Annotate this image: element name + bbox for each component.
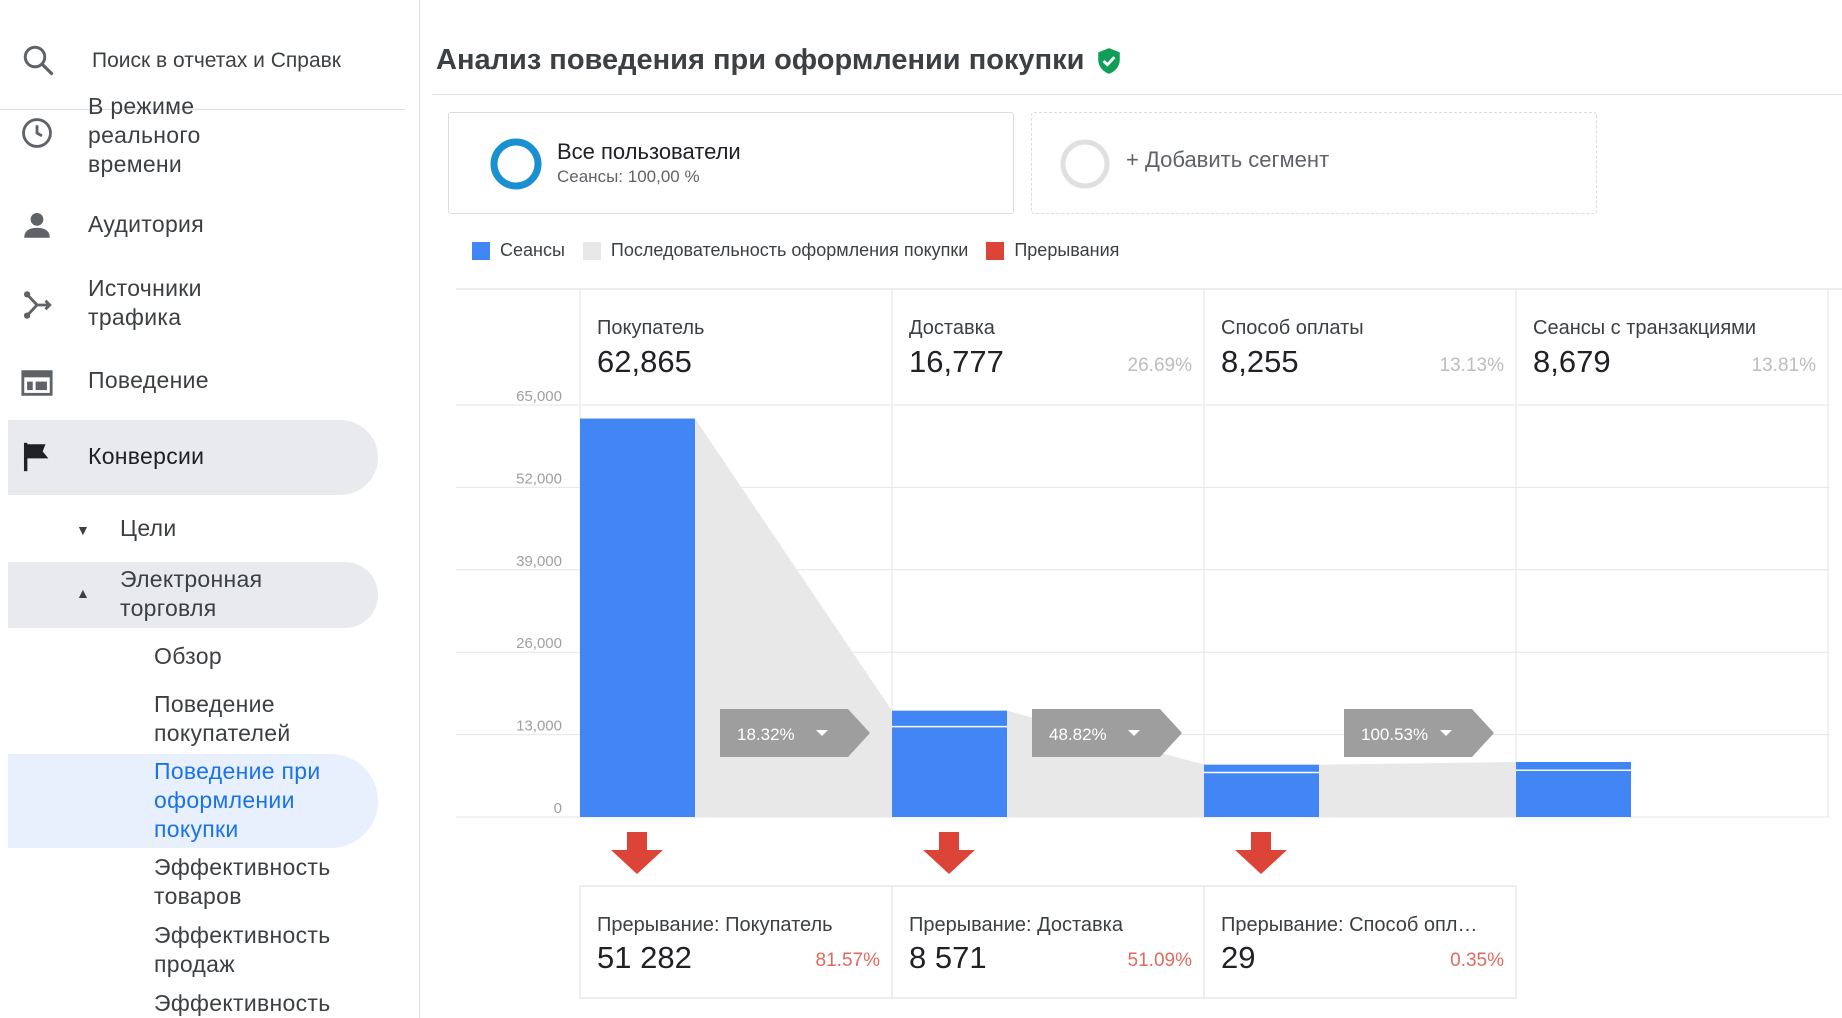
step-value: 16,777	[909, 344, 1004, 379]
y-tick-label: 52,000	[516, 470, 562, 487]
abandonment-percent: 81.57%	[816, 950, 881, 971]
step-name: Доставка	[909, 317, 996, 339]
funnel-flow-area	[1319, 761, 1516, 817]
sidebar-item-overview[interactable]: Обзор	[154, 642, 222, 671]
step-percent: 13.13%	[1440, 355, 1505, 376]
abandonment-panel	[579, 885, 1517, 999]
sidebar-item-shopping-behavior[interactable]: Поведение покупателей	[154, 690, 354, 748]
checkout-funnel-chart: 65,000 52,000 39,000 26,000 13,000 0 Покупател…	[456, 288, 1842, 999]
sidebar-item-product-performance[interactable]: Эффективность товаров	[154, 853, 354, 911]
abandonment-percent: 0.35%	[1450, 950, 1504, 971]
step-value: 8,679	[1533, 344, 1611, 379]
flag-icon	[23, 442, 49, 472]
sidebar-item-realtime[interactable]: В режиме реального времени	[8, 93, 378, 182]
sidebar-item-audience[interactable]: Аудитория	[8, 208, 378, 248]
sidebar: В режиме реального времени Аудитория Ист…	[0, 0, 420, 1018]
y-tick-label: 65,000	[516, 388, 562, 405]
abandonment-arrow-icon	[611, 832, 663, 874]
conversion-rate-label: 18.32%	[737, 725, 795, 744]
conversion-rate-label: 100.53%	[1361, 725, 1428, 744]
step-value: 8,255	[1221, 344, 1299, 379]
step-name: Способ оплаты	[1221, 317, 1364, 339]
sidebar-item-sales-performance[interactable]: Эффективность продаж	[154, 921, 354, 979]
search-icon[interactable]	[20, 42, 56, 78]
abandonment-arrow-icon	[1235, 832, 1287, 874]
search-input[interactable]	[92, 46, 392, 76]
sidebar-item-conversions[interactable]: Конверсии	[8, 440, 378, 480]
clock-icon	[22, 118, 52, 148]
abandonment-value: 8 571	[909, 940, 987, 975]
step-percent: 13.81%	[1752, 355, 1817, 376]
abandonment-arrow-icon	[923, 832, 975, 874]
session-bar	[580, 418, 695, 817]
sidebar-item-behavior[interactable]: Поведение	[8, 364, 378, 404]
sidebar-item-label: В режиме реального времени	[88, 93, 201, 177]
step-name: Сеансы с транзакциями	[1533, 317, 1756, 339]
sidebar-item-ecommerce[interactable]: Электронная торговля	[120, 565, 320, 623]
abandonment-label: Прерывание: Покупатель	[597, 914, 833, 936]
sidebar-item-goals[interactable]: Цели	[120, 514, 177, 543]
caret-down-icon[interactable]: ▼	[76, 522, 90, 538]
sidebar-item-label: Поведение	[88, 367, 209, 393]
step-percent: 26.69%	[1128, 355, 1193, 376]
sidebar-item-label: Конверсии	[88, 443, 205, 469]
sidebar-item-checkout-behavior[interactable]: Поведение при оформлении покупки	[154, 757, 354, 844]
y-tick-label: 26,000	[516, 635, 562, 652]
caret-up-icon[interactable]: ▲	[76, 585, 90, 601]
abandonment-label: Прерывание: Способ опл…	[1221, 914, 1477, 936]
abandonment-value: 51 282	[597, 940, 692, 975]
sidebar-item-performance[interactable]: Эффективность	[154, 989, 354, 1018]
y-tick-label: 0	[554, 800, 562, 817]
sidebar-item-label: Источники трафика	[88, 275, 202, 330]
behavior-window-icon	[21, 370, 53, 396]
sidebar-item-acquisition[interactable]: Источники трафика	[8, 274, 378, 334]
acquisition-icon	[23, 291, 52, 319]
abandonment-label: Прерывание: Доставка	[909, 914, 1124, 936]
person-icon	[24, 212, 50, 238]
step-value: 62,865	[597, 344, 692, 379]
y-tick-label: 13,000	[516, 718, 562, 735]
funnel-flow-area	[695, 418, 892, 817]
abandonment-value: 29	[1221, 940, 1255, 975]
y-tick-label: 39,000	[516, 553, 562, 570]
step-name: Покупатель	[597, 317, 704, 339]
abandonment-percent: 51.09%	[1128, 950, 1193, 971]
conversion-rate-label: 48.82%	[1049, 725, 1107, 744]
report-main: Анализ поведения при оформлении покупки …	[420, 0, 1842, 1018]
sidebar-item-label: Аудитория	[88, 211, 204, 237]
